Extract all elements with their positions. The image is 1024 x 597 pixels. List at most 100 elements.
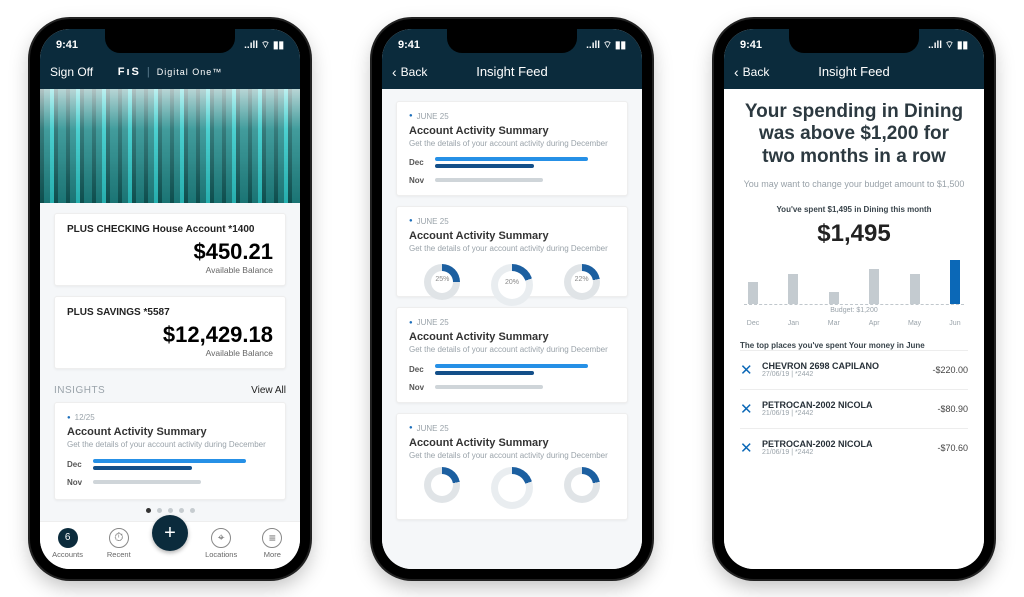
tab-label: Locations xyxy=(205,550,237,559)
insight-card[interactable]: JUNE 25 Account Activity Summary Get the… xyxy=(396,206,628,297)
dining-icon: ✕ xyxy=(740,361,762,379)
more-icon: ≡ xyxy=(262,528,282,548)
status-time: 9:41 xyxy=(740,39,762,51)
dining-icon: ✕ xyxy=(740,439,762,457)
insights-heading: INSIGHTS xyxy=(54,385,105,396)
account-name: PLUS SAVINGS *5587 xyxy=(67,307,273,318)
pin-icon: ⌖ xyxy=(211,528,231,548)
status-icons: ..ıll ⌔ ▮▮ xyxy=(586,39,626,52)
app-header: Sign Off FıS | Digital One™ xyxy=(40,59,300,89)
txn-amount: -$70.60 xyxy=(937,443,968,453)
spent-label: You've spent $1,495 in Dining this month xyxy=(724,205,984,214)
bar-label: Nov xyxy=(67,478,87,487)
tab-recent[interactable]: ⏱ Recent xyxy=(96,528,141,559)
insight-date: JUNE 25 xyxy=(409,112,615,121)
account-amount: $12,429.18 xyxy=(67,322,273,348)
txn-name: PETROCAN-2002 NICOLA xyxy=(762,439,937,449)
insight-sub: Get the details of your account activity… xyxy=(409,244,615,254)
hero-image xyxy=(40,89,300,204)
budget-line-label: Budget: $1,200 xyxy=(744,304,964,314)
donut-value: 25% xyxy=(424,276,460,283)
transaction-row[interactable]: ✕CHEVRON 2698 CAPILANO27/06/19 | *2442-$… xyxy=(740,350,968,389)
clock-icon: ⏱ xyxy=(109,528,129,548)
insight-subline: You may want to change your budget amoun… xyxy=(742,179,966,191)
status-time: 9:41 xyxy=(56,39,78,51)
account-amount: $450.21 xyxy=(67,239,273,265)
back-button[interactable]: ‹ Back xyxy=(734,64,769,80)
txn-meta: 21/06/19 | *2442 xyxy=(762,449,937,456)
status-icons: ..ıll ⌔ ▮▮ xyxy=(244,39,284,52)
txn-meta: 27/06/19 | *2442 xyxy=(762,371,932,378)
nav-bar: ‹ Back Insight Feed xyxy=(382,59,642,89)
sign-off-button[interactable]: Sign Off xyxy=(50,65,93,79)
insight-sub: Get the details of your account activity… xyxy=(409,139,615,149)
insight-title: Account Activity Summary xyxy=(67,426,273,438)
txn-name: PETROCAN-2002 NICOLA xyxy=(762,400,937,410)
insight-date: JUNE 25 xyxy=(409,217,615,226)
insight-date: JUNE 25 xyxy=(409,424,615,433)
donut-value: 22% xyxy=(564,276,600,283)
txn-amount: -$80.90 xyxy=(937,404,968,414)
insight-card[interactable]: JUNE 25 Account Activity Summary Get the… xyxy=(396,413,628,520)
insight-card[interactable]: 12/25 Account Activity Summary Get the d… xyxy=(54,402,286,499)
insight-title: Account Activity Summary xyxy=(409,230,615,242)
spent-amount: $1,495 xyxy=(724,220,984,248)
txn-meta: 21/06/19 | *2442 xyxy=(762,410,937,417)
chart-month-label: Jun xyxy=(946,320,964,327)
insight-date: JUNE 25 xyxy=(409,318,615,327)
dining-icon: ✕ xyxy=(740,400,762,418)
account-card[interactable]: PLUS SAVINGS *5587 $12,429.18 Available … xyxy=(54,296,286,369)
chart-month-label: Jan xyxy=(784,320,802,327)
chart-month-label: May xyxy=(906,320,924,327)
tab-label: Accounts xyxy=(52,550,83,559)
bar-label: Dec xyxy=(409,365,429,374)
accounts-icon: 6 xyxy=(58,528,78,548)
chart-month-label: Apr xyxy=(865,320,883,327)
tab-locations[interactable]: ⌖ Locations xyxy=(199,528,244,559)
transaction-row[interactable]: ✕PETROCAN-2002 NICOLA21/06/19 | *2442-$8… xyxy=(740,389,968,428)
top-places-heading: The top places you've spent Your money i… xyxy=(740,341,968,350)
brand-name: FıS xyxy=(118,66,141,78)
insight-date: 12/25 xyxy=(67,413,273,422)
tab-bar: 6 Accounts ⏱ Recent + ⌖ Locations ≡ More xyxy=(40,521,300,569)
txn-amount: -$220.00 xyxy=(932,365,968,375)
insight-sub: Get the details of your account activity… xyxy=(409,345,615,355)
view-all-link[interactable]: View All xyxy=(251,385,286,396)
status-time: 9:41 xyxy=(398,39,420,51)
brand-sub: Digital One™ xyxy=(157,67,223,77)
status-icons: ..ıll ⌔ ▮▮ xyxy=(928,39,968,52)
chart-month-label: Dec xyxy=(744,320,762,327)
donut-value: 20% xyxy=(491,279,533,286)
transaction-row[interactable]: ✕PETROCAN-2002 NICOLA21/06/19 | *2442-$7… xyxy=(740,428,968,467)
account-card[interactable]: PLUS CHECKING House Account *1400 $450.2… xyxy=(54,213,286,286)
account-sub: Available Balance xyxy=(67,265,273,275)
back-button[interactable]: ‹ Back xyxy=(392,64,427,80)
tab-accounts[interactable]: 6 Accounts xyxy=(45,528,90,559)
insight-card[interactable]: JUNE 25 Account Activity Summary Get the… xyxy=(396,307,628,402)
bar-label: Dec xyxy=(409,158,429,167)
insight-sub: Get the details of your account activity… xyxy=(409,451,615,461)
tab-more[interactable]: ≡ More xyxy=(250,528,295,559)
insight-card[interactable]: JUNE 25 Account Activity Summary Get the… xyxy=(396,101,628,196)
tab-label: More xyxy=(264,550,281,559)
account-name: PLUS CHECKING House Account *1400 xyxy=(67,224,273,235)
donut-chart xyxy=(424,467,460,503)
txn-name: CHEVRON 2698 CAPILANO xyxy=(762,361,932,371)
bar-label: Dec xyxy=(67,460,87,469)
tab-label: Recent xyxy=(107,550,131,559)
account-sub: Available Balance xyxy=(67,348,273,358)
insight-title: Account Activity Summary xyxy=(409,125,615,137)
donut-chart xyxy=(491,467,533,509)
bar-label: Nov xyxy=(409,176,429,185)
plus-icon: + xyxy=(152,515,188,551)
spending-chart: Budget: $1,200 Dec Jan Mar Apr May Jun xyxy=(744,260,964,327)
nav-bar: ‹ Back Insight Feed xyxy=(724,59,984,89)
chart-month-label: Mar xyxy=(825,320,843,327)
insight-title: Account Activity Summary xyxy=(409,331,615,343)
bar-label: Nov xyxy=(409,383,429,392)
donut-chart xyxy=(564,467,600,503)
insight-headline: Your spending in Dining was above $1,200… xyxy=(740,101,968,169)
tab-add[interactable]: + xyxy=(147,533,192,553)
page-indicator xyxy=(40,508,300,513)
insight-title: Account Activity Summary xyxy=(409,437,615,449)
